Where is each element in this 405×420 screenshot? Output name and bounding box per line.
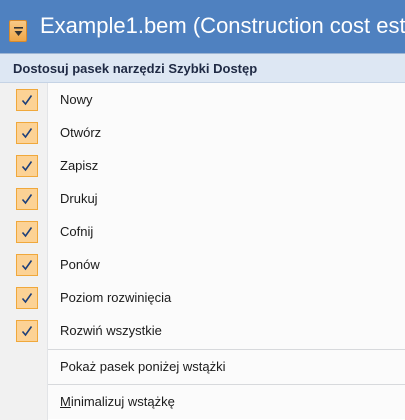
title-bar: Example1.bem (Construction cost est [0, 0, 405, 53]
checkmark-icon [16, 287, 38, 309]
menu-item-undo[interactable]: Cofnij [0, 215, 405, 248]
menu-item-redo[interactable]: Ponów [0, 248, 405, 281]
menu-item-expand-all[interactable]: Rozwiń wszystkie [0, 314, 405, 347]
mnemonic-letter: M [60, 394, 71, 409]
checkmark-icon [16, 122, 38, 144]
checkmark-icon [16, 221, 38, 243]
menu-item-label: Ponów [60, 257, 100, 272]
menu-item-label: Poziom rozwinięcia [60, 290, 172, 305]
menu-header: Dostosuj pasek narzędzi Szybki Dostęp [0, 54, 405, 83]
checkmark-icon [16, 188, 38, 210]
menu-item-print[interactable]: Drukuj [0, 182, 405, 215]
qat-customize-button[interactable] [9, 20, 27, 42]
menu-item-expansion-level[interactable]: Poziom rozwinięcia [0, 281, 405, 314]
menu-item-minimize-ribbon[interactable]: Minimalizuj wstążkę [0, 385, 405, 418]
menu-item-label: Cofnij [60, 224, 94, 239]
menu-item-label: Drukuj [60, 191, 98, 206]
menu-item-label-rest: inimalizuj wstążkę [70, 394, 175, 409]
menu-item-label: Otwórz [60, 125, 102, 140]
checkmark-icon [16, 320, 38, 342]
menu-header-label: Dostosuj pasek narzędzi Szybki Dostęp [13, 61, 258, 76]
qat-customize-menu: Dostosuj pasek narzędzi Szybki Dostęp No… [0, 53, 405, 420]
menu-item-label: Zapisz [60, 158, 99, 173]
menu-item-open[interactable]: Otwórz [0, 116, 405, 149]
menu-item-label: Pokaż pasek poniżej wstążki [60, 359, 226, 374]
menu-item-save[interactable]: Zapisz [0, 149, 405, 182]
menu-item-show-below-ribbon[interactable]: Pokaż pasek poniżej wstążki [0, 350, 405, 383]
window-title: Example1.bem (Construction cost est [40, 13, 405, 38]
dropdown-arrow-icon [14, 27, 23, 36]
menu-item-label: Rozwiń wszystkie [60, 323, 162, 338]
checkmark-icon [16, 89, 38, 111]
checkmark-icon [16, 254, 38, 276]
menu-item-new[interactable]: Nowy [0, 83, 405, 116]
menu-item-label: Nowy [60, 92, 93, 107]
checkmark-icon [16, 155, 38, 177]
menu-item-label: Minimalizuj wstążkę [60, 394, 175, 409]
